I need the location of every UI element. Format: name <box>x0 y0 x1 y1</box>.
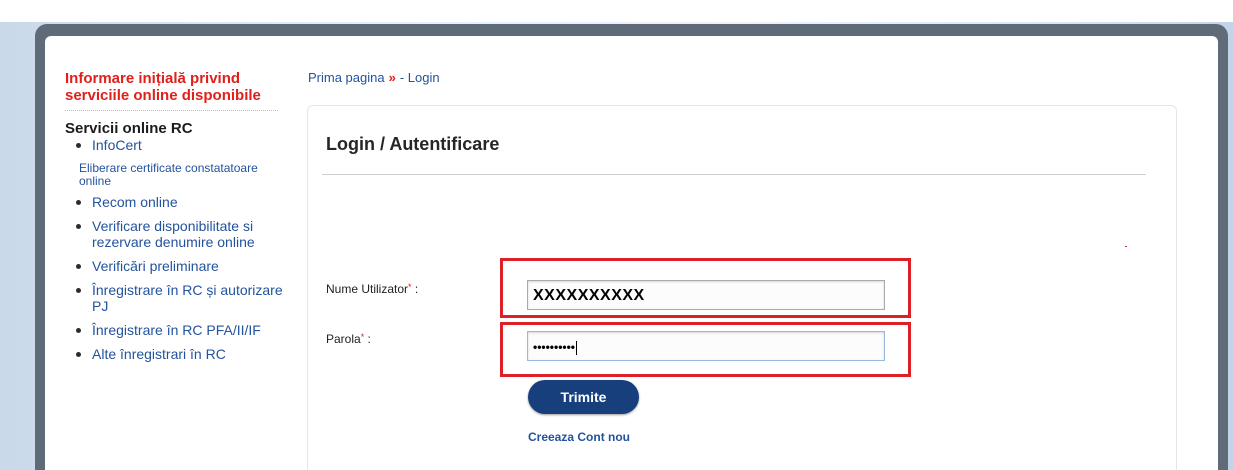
breadcrumb-home-link[interactable]: Prima pagina <box>308 70 385 85</box>
username-label: Nume Utilizator* : <box>326 282 418 296</box>
text-caret <box>576 340 578 355</box>
sidebar-item-pfa-registration[interactable]: Înregistrare în RC PFA/II/IF <box>65 322 287 338</box>
sidebar-item-certificates[interactable]: Eliberare certificate constatatoare onli… <box>65 162 287 188</box>
password-label-text: Parola <box>326 332 361 346</box>
label-suffix: : <box>411 282 419 296</box>
sidebar-item-infocert[interactable]: InfoCert <box>65 137 287 153</box>
breadcrumb-current: - Login <box>399 70 440 85</box>
password-label: Parola* : <box>326 332 371 346</box>
label-suffix: : <box>364 332 371 346</box>
username-label-text: Nume Utilizator <box>326 282 409 296</box>
title-divider <box>322 174 1146 175</box>
password-field[interactable]: •••••••••• <box>527 331 885 361</box>
top-strip <box>0 0 1233 22</box>
password-value: •••••••••• <box>533 340 576 354</box>
create-account-link[interactable]: Creeaza Cont nou <box>528 430 630 444</box>
decorative-dot <box>1125 246 1127 247</box>
services-list: InfoCert <box>65 137 287 153</box>
username-field[interactable]: XXXXXXXXXX <box>527 280 885 310</box>
sidebar-item-pj-registration[interactable]: Înregistrare în RC și autorizare PJ <box>65 282 287 314</box>
sidebar-section-title: Servicii online RC <box>65 120 193 137</box>
breadcrumb-separator: » <box>388 70 396 85</box>
sidebar: Informare inițială privind serviciile on… <box>65 70 287 362</box>
sidebar-item-recom[interactable]: Recom online <box>65 194 287 210</box>
sidebar-item-name-availability[interactable]: Verificare disponibilitate si rezervare … <box>65 218 287 250</box>
submit-button[interactable]: Trimite <box>528 380 639 414</box>
sidebar-item-preliminary-checks[interactable]: Verificări preliminare <box>65 258 287 274</box>
username-value: XXXXXXXXXX <box>533 287 645 304</box>
page-title: Login / Autentificare <box>326 134 500 154</box>
breadcrumb: Prima pagina» - Login <box>308 70 440 85</box>
info-services-link[interactable]: Informare inițială privind serviciile on… <box>65 70 278 111</box>
services-list-2: Recom online Verificare disponibilitate … <box>65 194 287 362</box>
sidebar-item-other-registrations[interactable]: Alte înregistrari în RC <box>65 346 287 362</box>
